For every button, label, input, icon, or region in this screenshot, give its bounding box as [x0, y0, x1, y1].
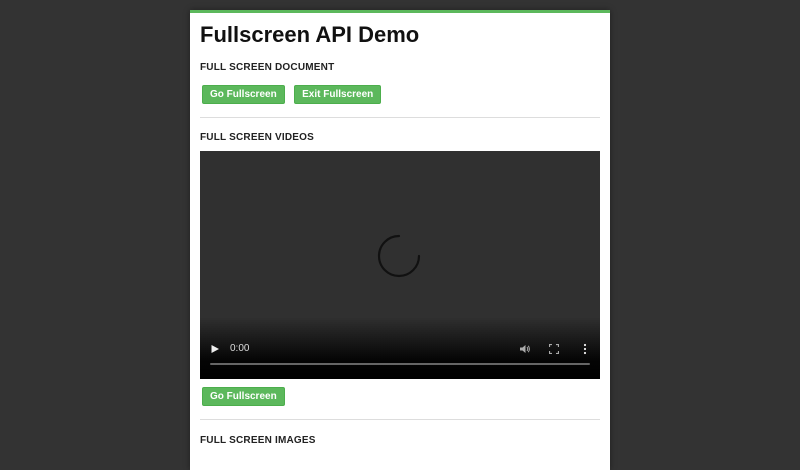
section-title-videos: FULL SCREEN VIDEOS [200, 132, 314, 143]
exit-fullscreen-button[interactable]: Exit Fullscreen [294, 85, 382, 104]
section-title-images: FULL SCREEN IMAGES [200, 435, 316, 446]
volume-icon[interactable] [519, 343, 531, 355]
more-options-icon[interactable] [583, 343, 587, 355]
go-fullscreen-document-button[interactable]: Go Fullscreen [202, 85, 285, 104]
fullscreen-icon[interactable] [549, 344, 559, 354]
video-controls-overlay [200, 317, 600, 379]
section-title-document: FULL SCREEN DOCUMENT [200, 62, 335, 73]
demo-page: Fullscreen API Demo FULL SCREEN DOCUMENT… [190, 10, 610, 470]
video-current-time: 0:00 [230, 343, 250, 354]
go-fullscreen-video-button[interactable]: Go Fullscreen [202, 387, 285, 406]
divider [200, 419, 600, 420]
video-progress-bar[interactable] [210, 363, 590, 365]
loading-spinner-icon [377, 234, 421, 278]
video-player[interactable]: 0:00 [200, 151, 600, 379]
video-button-row: Go Fullscreen [200, 386, 600, 406]
divider [200, 117, 600, 118]
play-icon[interactable] [210, 344, 220, 354]
document-button-row: Go Fullscreen Exit Fullscreen [200, 84, 600, 104]
page-title: Fullscreen API Demo [200, 22, 420, 47]
